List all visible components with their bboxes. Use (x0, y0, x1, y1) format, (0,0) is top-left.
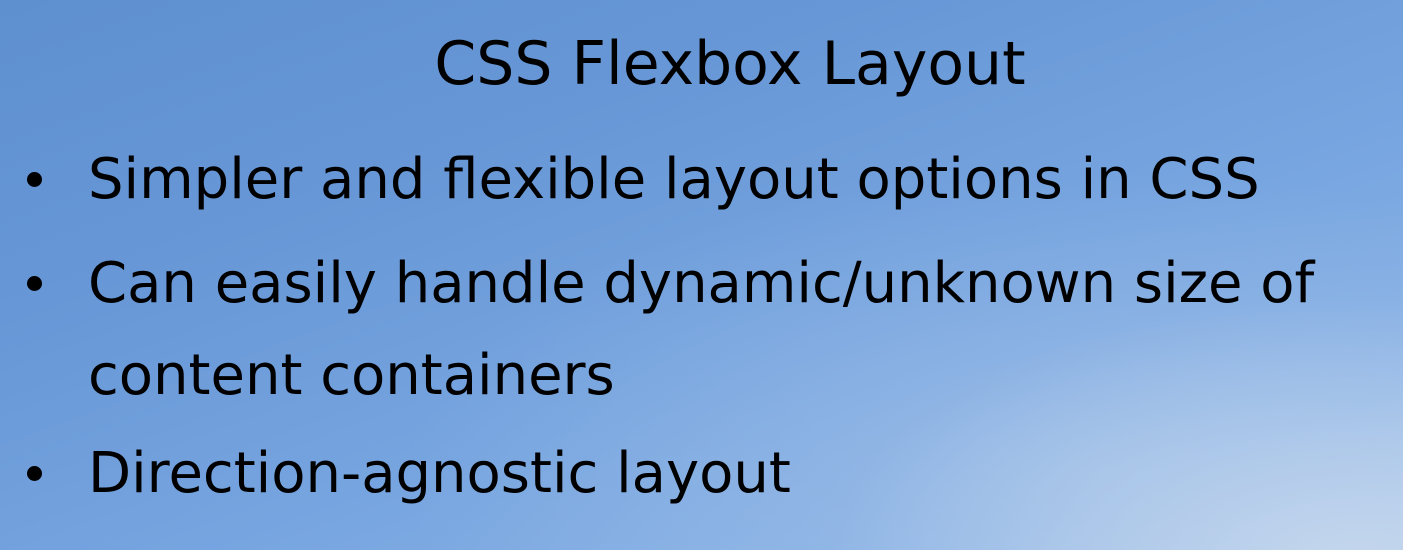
slide-title: CSS Flexbox Layout (434, 29, 1026, 99)
bullet-dot-icon (27, 466, 42, 481)
bullet-text-line: Can easily handle dynamic/unknown size o… (88, 251, 1315, 316)
bullet-text: Simpler and flexible layout options in C… (88, 147, 1260, 212)
bullet-dot-icon (27, 276, 42, 291)
bullet-text: Direction-agnostic layout (88, 441, 791, 506)
slide: CSS Flexbox Layout Simpler and flexible … (0, 0, 1403, 550)
bullet-dot-icon (27, 172, 42, 187)
bullet-text: Can easily handle dynamic/unknown size o… (88, 238, 1388, 422)
bullet-text-line: content containers (88, 343, 615, 408)
